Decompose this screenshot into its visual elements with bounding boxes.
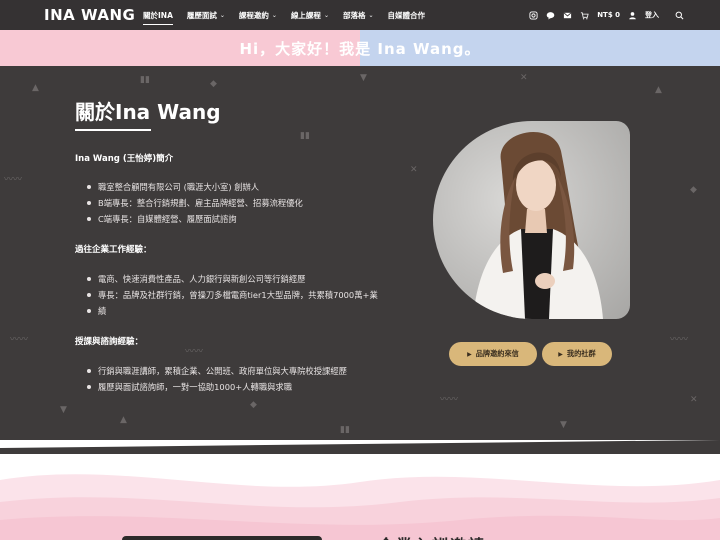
nav-item-media[interactable]: 自媒體合作 bbox=[388, 0, 426, 30]
list-item-continuation: 績 bbox=[85, 303, 378, 319]
header-tools: NT$ 0 登入 bbox=[529, 0, 684, 30]
button-label: 我的社群 bbox=[566, 349, 596, 358]
button-label: 品牌邀約來信 bbox=[475, 349, 519, 358]
cart-total[interactable]: NT$ 0 bbox=[597, 11, 620, 19]
login-link[interactable]: 登入 bbox=[645, 10, 659, 20]
list-item: B端專長：整合行銷規劃、雇主品牌經營、招募流程優化 bbox=[85, 195, 303, 211]
chevron-down-icon: ⌄ bbox=[271, 11, 277, 19]
chevron-down-icon: ⌄ bbox=[323, 11, 329, 19]
hero-banner: Hi，大家好！我是 Ina Wang。 bbox=[0, 30, 720, 66]
site-logo[interactable]: INA WANG bbox=[44, 6, 135, 24]
teaching-heading: 授課與諮詢經驗： bbox=[75, 337, 144, 347]
work-heading: 過往企業工作經驗： bbox=[75, 245, 152, 255]
nav-item-online-courses[interactable]: 線上課程 ⌄ bbox=[291, 0, 329, 30]
my-community-button[interactable]: ▶ 我的社群 bbox=[542, 342, 612, 366]
nav-label: 部落格 bbox=[342, 10, 366, 20]
nav-label: 履歷面試 bbox=[186, 10, 217, 20]
nav-item-about[interactable]: 關於INA bbox=[143, 0, 173, 30]
intro-list: 職室整合顧問有限公司 (職涯大小室) 創辦人 B端專長：整合行銷規劃、雇主品牌經… bbox=[85, 179, 303, 227]
section-media-frame bbox=[122, 536, 322, 540]
arrow-right-icon: ▶ bbox=[558, 350, 563, 358]
instagram-icon[interactable] bbox=[529, 10, 538, 20]
profile-photo bbox=[433, 121, 630, 319]
wave-background bbox=[0, 440, 720, 540]
list-item: 電商、快速消費性產品、人力銀行與新創公司等行銷經歷 bbox=[85, 271, 378, 287]
nav-item-courses-invite[interactable]: 課程邀約 ⌄ bbox=[239, 0, 277, 30]
banner-greeting: Hi，大家好！我是 Ina Wang。 bbox=[239, 39, 481, 58]
nav-label: 線上課程 bbox=[290, 10, 321, 20]
nav-label: 關於INA bbox=[143, 10, 173, 20]
teaching-list: 行銷與職涯講師，累積企業、公開班、政府單位與大專院校授課經歷 履歷與面試諮詢師，… bbox=[85, 363, 347, 395]
cart-icon[interactable] bbox=[580, 11, 589, 20]
list-item: 行銷與職涯講師，累積企業、公開班、政府單位與大專院校授課經歷 bbox=[85, 363, 347, 379]
mail-icon[interactable] bbox=[563, 11, 572, 20]
site-header: INA WANG 關於INA 履歷面試 ⌄ 課程邀約 ⌄ 線上課程 ⌄ 部落格 ⌄ 自媒… bbox=[0, 0, 720, 30]
portrait-illustration bbox=[473, 132, 603, 319]
search-icon[interactable] bbox=[675, 11, 684, 20]
brand-invite-button[interactable]: ▶ 品牌邀約來信 bbox=[449, 342, 537, 366]
intro-heading: Ina Wang (王怡婷)簡介 bbox=[75, 154, 174, 164]
nav-label: 自媒體合作 bbox=[387, 10, 426, 20]
title-underline bbox=[75, 129, 151, 131]
chevron-down-icon: ⌄ bbox=[368, 11, 374, 19]
arrow-right-icon: ▶ bbox=[467, 350, 472, 358]
nav-item-blog[interactable]: 部落格 ⌄ bbox=[343, 0, 374, 30]
list-item: 職室整合顧問有限公司 (職涯大小室) 創辦人 bbox=[85, 179, 303, 195]
corporate-training-section: 企業內訓邀請 bbox=[0, 440, 720, 540]
list-item: 履歷與面試諮詢師，一對一協助1000+人轉職與求職 bbox=[85, 379, 347, 395]
list-item: C端專長：自媒體經營、履歷面試諮詢 bbox=[85, 211, 303, 227]
main-nav: 關於INA 履歷面試 ⌄ 課程邀約 ⌄ 線上課程 ⌄ 部落格 ⌄ 自媒體合作 bbox=[143, 0, 439, 30]
work-list: 電商、快速消費性產品、人力銀行與新創公司等行銷經歷 專長：品牌及社群行銷，曾操刀… bbox=[85, 271, 378, 319]
list-item: 專長：品牌及社群行銷，曾操刀多檔電商tier1大型品牌，共累積7000萬+業 bbox=[85, 287, 378, 303]
line-icon[interactable] bbox=[546, 11, 555, 20]
chevron-down-icon: ⌄ bbox=[219, 11, 225, 19]
nav-item-resume[interactable]: 履歷面試 ⌄ bbox=[187, 0, 225, 30]
about-section: 〰〰 ▲ ◆ ▮▮ ▼ ✕ 〰〰 〰〰 ◆ ▲ ▮▮ 〰〰 ▼ ▲ ◆ 〰〰 ✕… bbox=[0, 66, 720, 454]
section-title: 企業內訓邀請 bbox=[378, 532, 486, 540]
about-title: 關於Ina Wang bbox=[75, 100, 221, 124]
user-icon[interactable] bbox=[628, 11, 637, 20]
nav-label: 課程邀約 bbox=[238, 10, 269, 20]
